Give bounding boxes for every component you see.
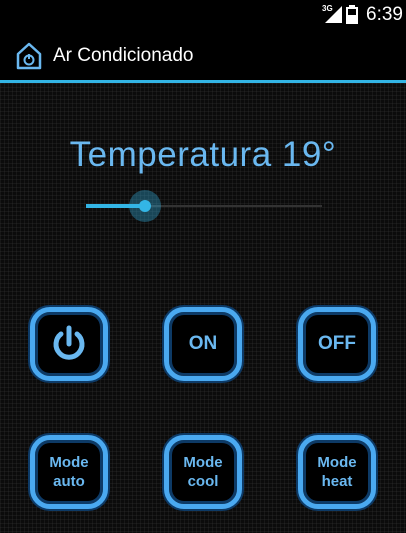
battery-icon bbox=[346, 5, 358, 24]
mode-auto-button[interactable]: Mode auto bbox=[30, 435, 108, 509]
status-time: 6:39 bbox=[366, 4, 403, 25]
on-button-label: ON bbox=[188, 333, 218, 354]
action-bar: Ar Condicionado bbox=[0, 32, 406, 80]
power-button[interactable] bbox=[30, 307, 108, 381]
status-bar: 3G 6:39 bbox=[0, 0, 406, 32]
power-icon bbox=[53, 325, 85, 360]
mode-heat-label: Mode heat bbox=[317, 454, 357, 490]
slider-thumb[interactable] bbox=[129, 190, 161, 222]
mode-cool-label: Mode cool bbox=[183, 454, 223, 490]
mode-cool-button[interactable]: Mode cool bbox=[164, 435, 242, 509]
temperature-label: Temperatura 19° bbox=[69, 135, 337, 174]
mode-auto-label: Mode auto bbox=[49, 454, 89, 490]
off-button[interactable]: OFF bbox=[298, 307, 376, 381]
off-button-label: OFF bbox=[318, 333, 356, 354]
mode-heat-button[interactable]: Mode heat bbox=[298, 435, 376, 509]
app-title: Ar Condicionado bbox=[53, 45, 194, 66]
main-content: Temperatura 19° ON OFF Mode auto Mode co… bbox=[0, 83, 406, 533]
temperature-slider[interactable] bbox=[84, 183, 324, 229]
on-button[interactable]: ON bbox=[164, 307, 242, 381]
home-remote-icon[interactable] bbox=[15, 41, 43, 71]
network-signal-icon: 3G bbox=[322, 4, 344, 24]
